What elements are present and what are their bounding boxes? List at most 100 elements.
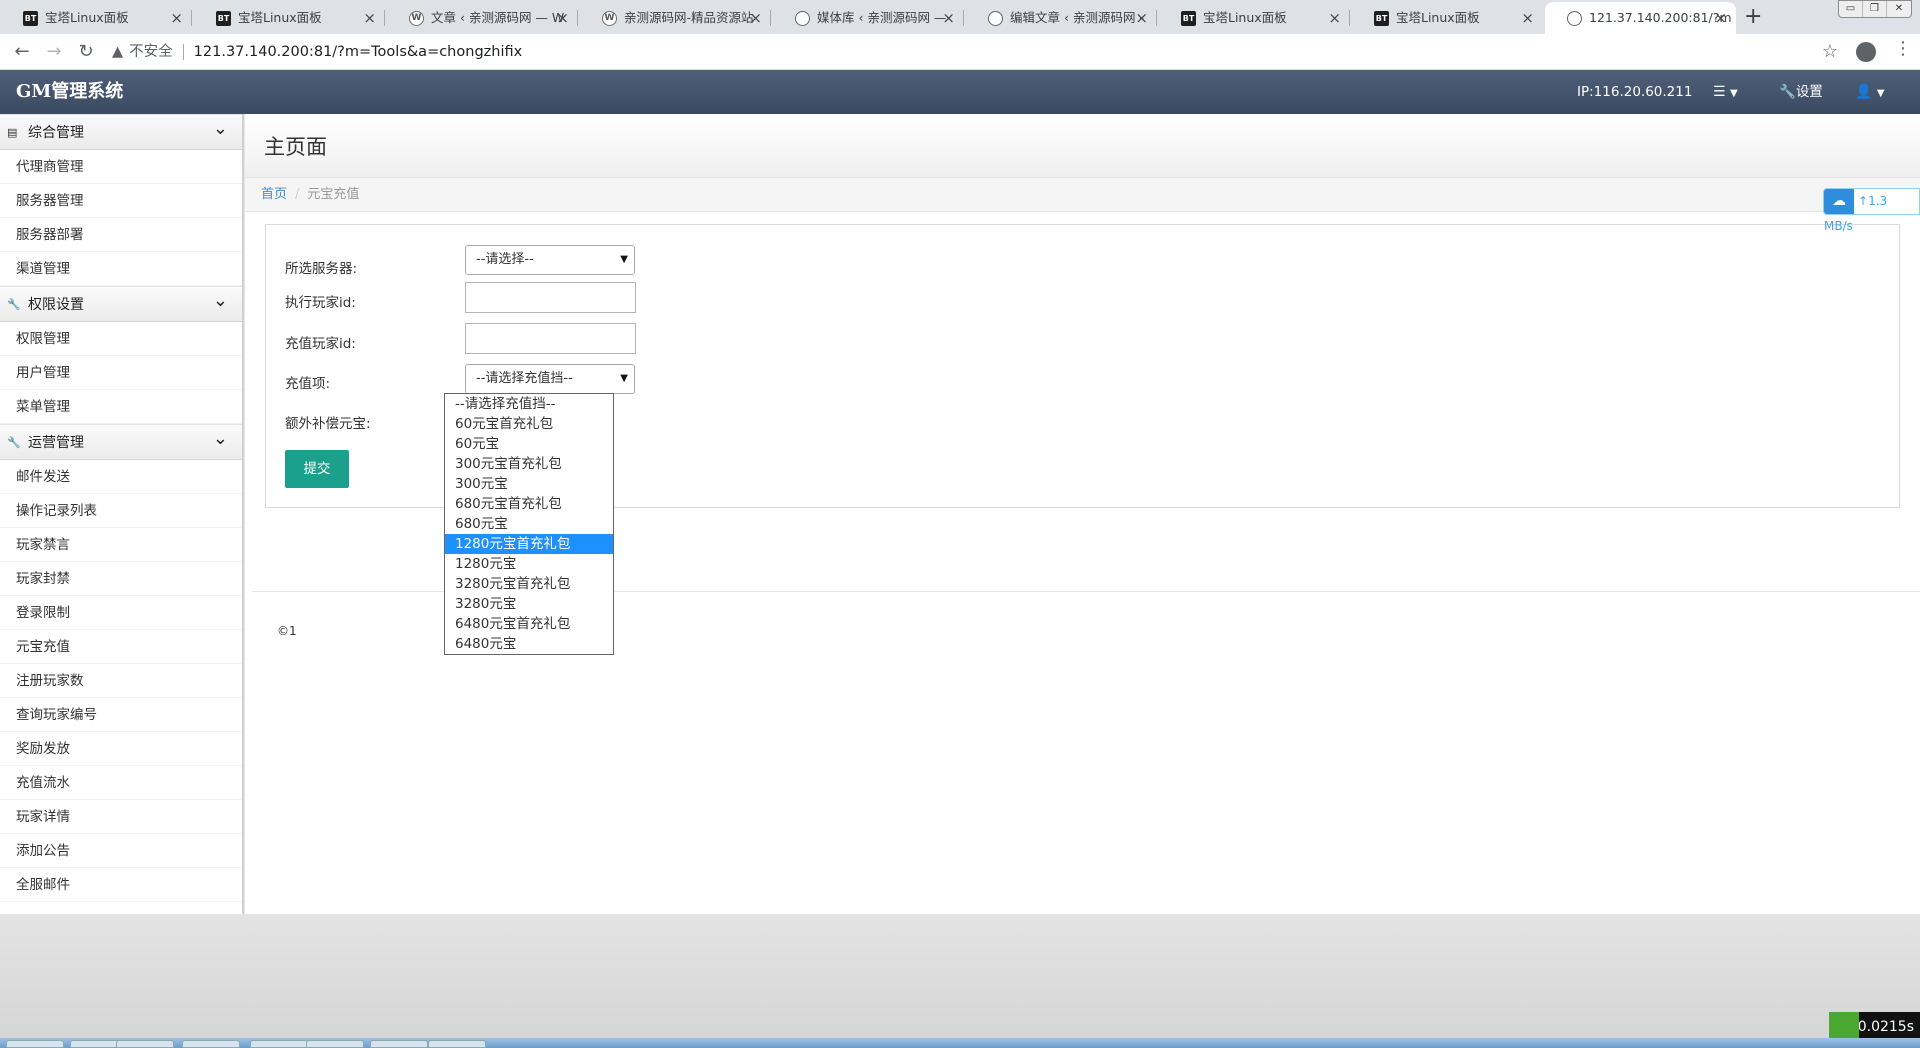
- dropdown-option[interactable]: --请选择充值挡--: [445, 394, 613, 414]
- taskbar-app[interactable]: [182, 1040, 240, 1048]
- url-text[interactable]: 121.37.140.200:81/?m=Tools&a=chongzhifix: [194, 44, 523, 60]
- tab-close-icon[interactable]: ×: [942, 2, 955, 34]
- sidebar-item[interactable]: 奖励发放: [0, 732, 242, 766]
- browser-tab[interactable]: BT 宝塔Linux面板 ×: [194, 2, 385, 34]
- reload-icon[interactable]: ↻: [72, 38, 100, 66]
- recharge-player-input[interactable]: [465, 323, 636, 354]
- submit-button[interactable]: 提交: [285, 450, 349, 488]
- sidebar-item[interactable]: 服务器部署: [0, 218, 242, 252]
- restore-icon[interactable]: ❐: [1863, 1, 1887, 17]
- browser-tab[interactable]: W 文章 ‹ 亲测源码网 — W ×: [387, 2, 578, 34]
- sidebar-item[interactable]: 元宝充值: [0, 630, 242, 664]
- page-background: [0, 914, 1920, 1038]
- brand-title[interactable]: GM管理系统: [16, 70, 123, 114]
- minimize-icon[interactable]: ▭: [1839, 1, 1863, 17]
- sidebar-item[interactable]: 菜单管理: [0, 390, 242, 424]
- forward-arrow-icon[interactable]: →: [40, 38, 68, 66]
- recharge-item-select[interactable]: --请选择充值挡-- ▼: [465, 364, 635, 394]
- tab-title: 宝塔Linux面板: [1396, 10, 1480, 25]
- sidebar-group-header[interactable]: 🔧 运营管理 ⌄: [0, 424, 242, 460]
- browser-tab[interactable]: BT 宝塔Linux面板 ×: [1159, 2, 1350, 34]
- tab-close-icon[interactable]: ×: [749, 2, 762, 34]
- browser-menu-icon[interactable]: ⋮: [1894, 38, 1912, 59]
- exec-player-field[interactable]: [466, 283, 635, 312]
- recharge-player-label: 充值玩家id:: [285, 336, 356, 352]
- taskbar-app[interactable]: [116, 1040, 174, 1048]
- sidebar-item[interactable]: 查询玩家编号: [0, 698, 242, 732]
- tab-close-icon[interactable]: ×: [363, 2, 376, 34]
- browser-tab[interactable]: BT 宝塔Linux面板 ×: [1352, 2, 1543, 34]
- server-select[interactable]: --请选择-- ▼: [465, 245, 635, 275]
- wordpress-favicon-icon: W: [409, 11, 424, 26]
- browser-tab[interactable]: 媒体库 ‹ 亲测源码网 — ×: [773, 2, 964, 34]
- bookmark-star-icon[interactable]: ☆: [1822, 38, 1838, 66]
- close-window-icon[interactable]: ✕: [1887, 1, 1911, 17]
- sidebar-group-header[interactable]: ▤ 综合管理 ⌄: [0, 114, 242, 150]
- browser-tab[interactable]: BT 宝塔Linux面板 ×: [1, 2, 192, 34]
- taskbar-app[interactable]: [250, 1040, 308, 1048]
- new-tab-button[interactable]: +: [1744, 2, 1762, 32]
- sidebar-item[interactable]: 玩家封禁: [0, 562, 242, 596]
- tab-close-icon[interactable]: ×: [170, 2, 183, 34]
- tab-separator: [1156, 10, 1157, 26]
- dropdown-option[interactable]: 680元宝首充礼包: [445, 494, 613, 514]
- user-menu-button[interactable]: 👤 ▼: [1855, 70, 1885, 116]
- browser-tab[interactable]: W 亲测源码网-精品资源站 ×: [580, 2, 771, 34]
- back-arrow-icon[interactable]: ←: [8, 38, 36, 66]
- address-bar[interactable]: ▲ 不安全 121.37.140.200:81/?m=Tools&a=chongzh…: [112, 38, 1846, 66]
- sidebar-item[interactable]: 用户管理: [0, 356, 242, 390]
- sidebar-item[interactable]: 充值流水: [0, 766, 242, 800]
- list-menu-button[interactable]: ☰ ▼: [1713, 70, 1738, 116]
- tab-title: 宝塔Linux面板: [45, 10, 129, 25]
- taskbar-app[interactable]: [370, 1040, 428, 1048]
- sidebar-item[interactable]: 代理商管理: [0, 150, 242, 184]
- tab-close-icon[interactable]: ×: [1135, 2, 1148, 34]
- bt-favicon-icon: BT: [1181, 11, 1196, 26]
- dropdown-option[interactable]: 1280元宝首充礼包: [445, 534, 613, 554]
- sidebar-item[interactable]: 玩家详情: [0, 800, 242, 834]
- network-speed-widget[interactable]: ☁ ↑1.3 MB/s: [1823, 188, 1920, 233]
- wrench-icon: 🔧: [7, 436, 21, 449]
- dropdown-option[interactable]: 60元宝: [445, 434, 613, 454]
- dropdown-option[interactable]: 3280元宝首充礼包: [445, 574, 613, 594]
- taskbar-app[interactable]: [428, 1040, 486, 1048]
- browser-tab[interactable]: 121.37.140.200:81/?m ×: [1545, 2, 1736, 34]
- chevron-down-icon: ▼: [620, 373, 628, 384]
- sidebar-item[interactable]: 添加公告: [0, 834, 242, 868]
- dropdown-option[interactable]: 6480元宝首充礼包: [445, 614, 613, 634]
- dropdown-option[interactable]: 300元宝首充礼包: [445, 454, 613, 474]
- sidebar-item[interactable]: 注册玩家数: [0, 664, 242, 698]
- dropdown-option[interactable]: 1280元宝: [445, 554, 613, 574]
- exec-player-input[interactable]: [465, 282, 636, 313]
- breadcrumb-home-link[interactable]: 首页: [261, 187, 287, 202]
- ip-display: IP:116.20.60.211: [1577, 84, 1693, 100]
- recharge-player-field[interactable]: [466, 324, 635, 353]
- dropdown-option[interactable]: 300元宝: [445, 474, 613, 494]
- sidebar-item[interactable]: 登录限制: [0, 596, 242, 630]
- browser-tab[interactable]: 编辑文章 ‹ 亲测源码网 - ×: [966, 2, 1157, 34]
- dropdown-option[interactable]: 60元宝首充礼包: [445, 414, 613, 434]
- window-controls: ▭ ❐ ✕: [1838, 0, 1912, 18]
- taskbar-app[interactable]: [306, 1040, 364, 1048]
- sidebar-item[interactable]: 权限管理: [0, 322, 242, 356]
- sidebar-item[interactable]: 邮件发送: [0, 460, 242, 494]
- tab-close-icon[interactable]: ×: [1328, 2, 1341, 34]
- sidebar-item[interactable]: 渠道管理: [0, 252, 242, 286]
- tab-close-icon[interactable]: ×: [556, 2, 569, 34]
- sidebar-item[interactable]: 操作记录列表: [0, 494, 242, 528]
- footer-text: ©1: [277, 624, 297, 638]
- sidebar-group-label: 权限设置: [28, 297, 84, 313]
- dropdown-option[interactable]: 3280元宝: [445, 594, 613, 614]
- sidebar-item[interactable]: 全服邮件: [0, 868, 242, 902]
- sidebar-item[interactable]: 服务器管理: [0, 184, 242, 218]
- tab-close-icon[interactable]: ×: [1714, 2, 1727, 34]
- sidebar-group-header[interactable]: 🔧 权限设置 ⌄: [0, 286, 242, 322]
- start-button[interactable]: [6, 1040, 64, 1048]
- tab-close-icon[interactable]: ×: [1521, 2, 1534, 34]
- dropdown-option[interactable]: 680元宝: [445, 514, 613, 534]
- dropdown-option[interactable]: 6480元宝: [445, 634, 613, 654]
- settings-button[interactable]: 🔧设置: [1779, 70, 1823, 114]
- profile-avatar-icon[interactable]: [1856, 42, 1876, 62]
- page-title: 主页面: [264, 135, 327, 159]
- sidebar-item[interactable]: 玩家禁言: [0, 528, 242, 562]
